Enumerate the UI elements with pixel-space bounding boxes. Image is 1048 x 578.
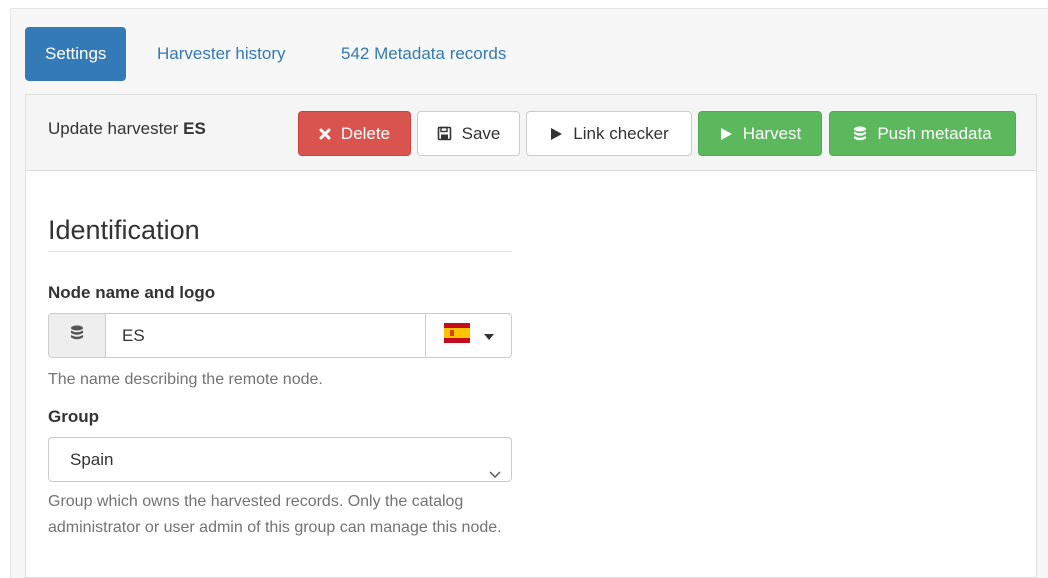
- group-selected-value: Spain: [70, 450, 114, 469]
- harvest-label: Harvest: [742, 123, 802, 143]
- tab-settings[interactable]: Settings: [25, 27, 127, 81]
- node-name-help: The name describing the remote node.: [48, 371, 323, 388]
- node-name-input-group: [48, 313, 512, 358]
- push-metadata-button[interactable]: Push metadata: [829, 111, 1016, 156]
- group-select[interactable]: Spain: [48, 437, 512, 482]
- tab-harvester-history[interactable]: Harvester history: [137, 27, 305, 81]
- database-icon: [853, 126, 867, 142]
- play-icon: [719, 127, 733, 141]
- panel-title: Update harvester ES: [48, 119, 206, 139]
- panel-title-prefix: Update harvester: [48, 119, 179, 138]
- spain-flag-icon: [443, 323, 470, 348]
- node-name-input[interactable]: [105, 313, 426, 358]
- link-checker-button[interactable]: Link checker: [526, 111, 692, 156]
- panel-header: Update harvester ES Delete Save Link che…: [26, 95, 1036, 171]
- close-icon: [319, 128, 331, 140]
- group-label: Group: [48, 407, 99, 426]
- save-label: Save: [461, 123, 501, 143]
- delete-label: Delete: [340, 123, 391, 143]
- node-name-addon: [48, 313, 106, 358]
- section-title-identification: Identification: [48, 215, 200, 245]
- tab-metadata-records[interactable]: 542 Metadata records: [321, 27, 526, 81]
- database-icon: [70, 325, 84, 346]
- save-button[interactable]: Save: [417, 111, 520, 156]
- harvester-panel: Update harvester ES Delete Save Link che…: [25, 94, 1037, 578]
- logo-dropdown-button[interactable]: [425, 313, 512, 358]
- link-checker-label: Link checker: [573, 123, 669, 143]
- floppy-disk-icon: [437, 126, 452, 141]
- play-icon: [549, 127, 563, 141]
- delete-button[interactable]: Delete: [298, 111, 411, 156]
- push-metadata-label: Push metadata: [877, 123, 992, 143]
- group-help: Group which owns the harvested records. …: [48, 493, 502, 536]
- node-name-label: Node name and logo: [48, 283, 216, 302]
- harvest-button[interactable]: Harvest: [698, 111, 822, 156]
- harvester-name: ES: [183, 119, 206, 138]
- section-divider: [48, 251, 512, 252]
- caret-down-icon: [483, 327, 494, 345]
